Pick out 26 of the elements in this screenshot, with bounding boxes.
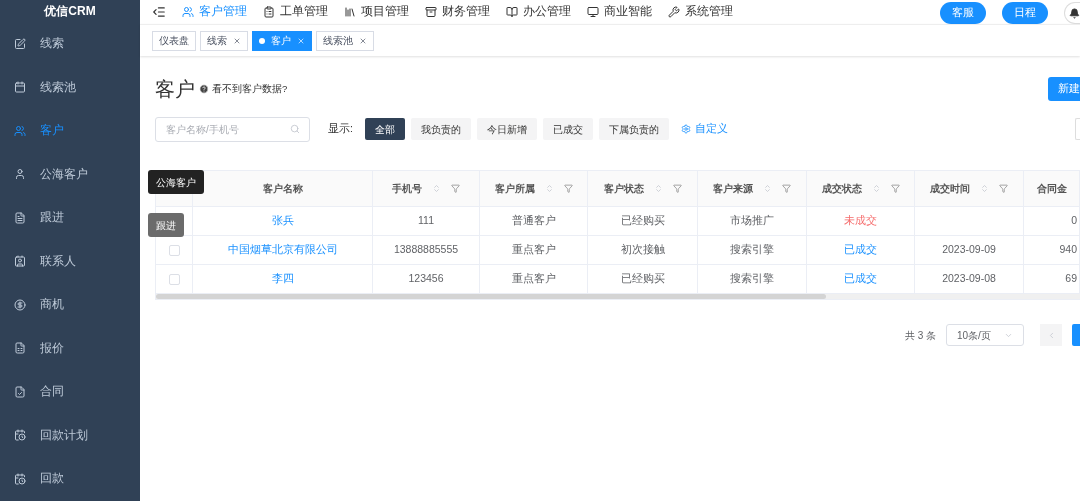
tooltip: 公海客户 xyxy=(148,170,204,194)
table-cell: 已经购买 xyxy=(620,213,665,229)
table-cell: 已成交 xyxy=(844,242,877,258)
table-cell: 940 xyxy=(1059,242,1077,258)
table-cell: 重点客户 xyxy=(511,242,556,258)
table-cell: 111 xyxy=(418,213,434,229)
table-cell: 13888885555 xyxy=(393,242,459,258)
table-cell: 搜索引擎 xyxy=(730,271,774,287)
table-cell: 市场推广 xyxy=(730,213,774,229)
table-cell: 123456 xyxy=(408,271,444,287)
table-cell: 69 xyxy=(1065,271,1077,287)
table-cell: 已经购买 xyxy=(620,271,665,287)
table-cell: 2023-09-09 xyxy=(942,242,996,258)
table-cell: 未成交 xyxy=(844,213,877,229)
tooltip: 跟进 xyxy=(148,213,184,237)
brand-logo: 优信CRM xyxy=(42,3,97,20)
table-cell: 初次接触 xyxy=(620,242,665,258)
table-cell: 2023-09-08 xyxy=(942,271,996,287)
table-cell: 0 xyxy=(1071,213,1077,229)
total-count: 共 3 条 xyxy=(904,328,936,343)
page-title: 客户 xyxy=(155,77,195,102)
table-cell: 已成交 xyxy=(844,271,877,287)
filter-label: 显示: xyxy=(328,121,353,137)
table-cell: 普通客户 xyxy=(511,213,556,229)
table-cell: 重点客户 xyxy=(511,271,556,287)
table-cell: 搜索引擎 xyxy=(730,242,774,258)
